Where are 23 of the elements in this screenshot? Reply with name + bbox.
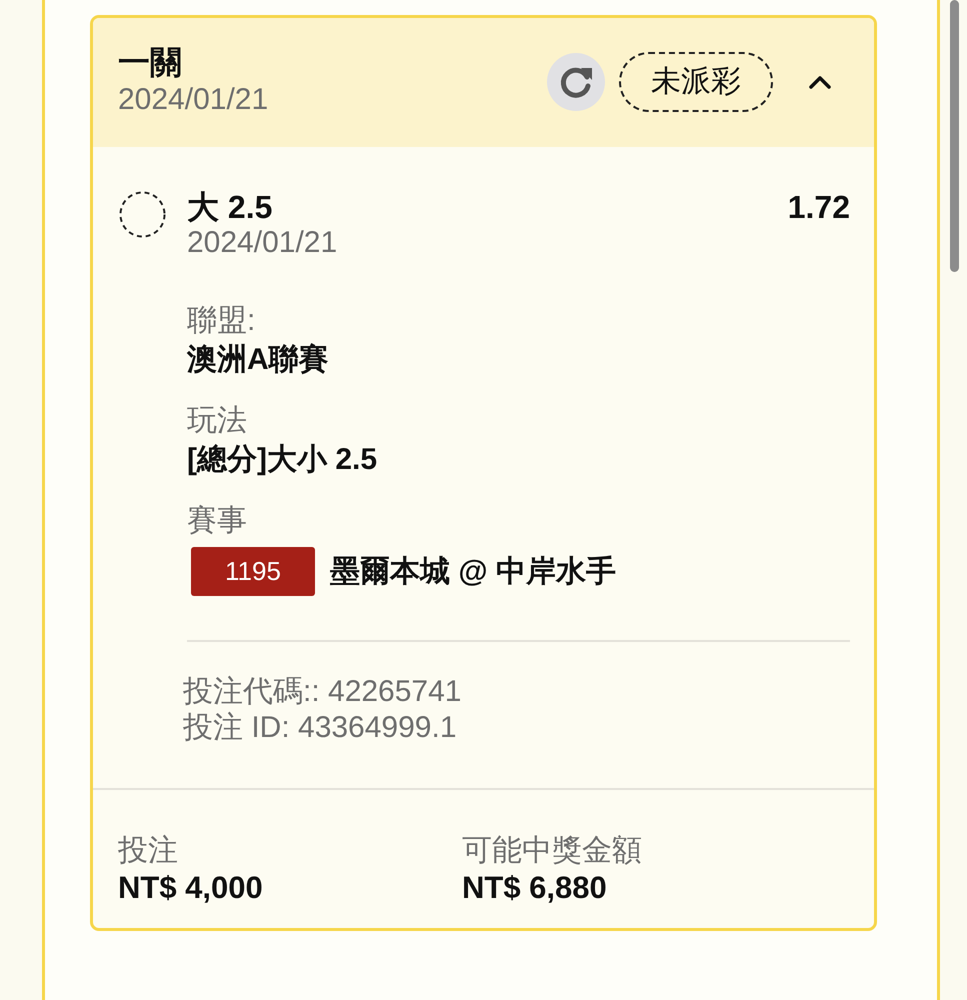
dashed-circle-icon [119,191,166,238]
refresh-icon[interactable] [547,53,605,111]
summary-amount: NT$ 4,000 [118,870,264,906]
selection-name: 大 2.5 [187,189,272,225]
bet-title: 一關 [118,43,183,82]
summary-label: 可能中獎金額 [462,833,642,869]
chevron-up-icon[interactable] [808,74,832,90]
match-teams: 墨爾本城 @ 中岸水手 [330,554,616,590]
selection-date: 2024/01/21 [187,225,338,261]
detail-label: 玩法 [187,403,248,439]
match-number-badge: 1195 [191,547,315,596]
status-badge: 未派彩 [619,52,773,112]
scrollbar-thumb[interactable] [950,0,959,272]
odds-value: 1.72 [788,189,850,225]
detail-label: 賽事 [187,503,248,539]
summary-amount: NT$ 6,880 [462,870,608,906]
bet-reference: 投注代碼:: 42265741 [183,674,462,710]
detail-value: [總分]大小 2.5 [187,442,378,478]
bet-reference: 投注 ID: 43364999.1 [183,710,458,746]
bet-date: 2024/01/21 [118,82,268,118]
detail-value: 澳洲A聯賽 [187,342,330,378]
detail-label: 聯盟: [187,303,256,339]
summary-label: 投注 [118,833,179,869]
